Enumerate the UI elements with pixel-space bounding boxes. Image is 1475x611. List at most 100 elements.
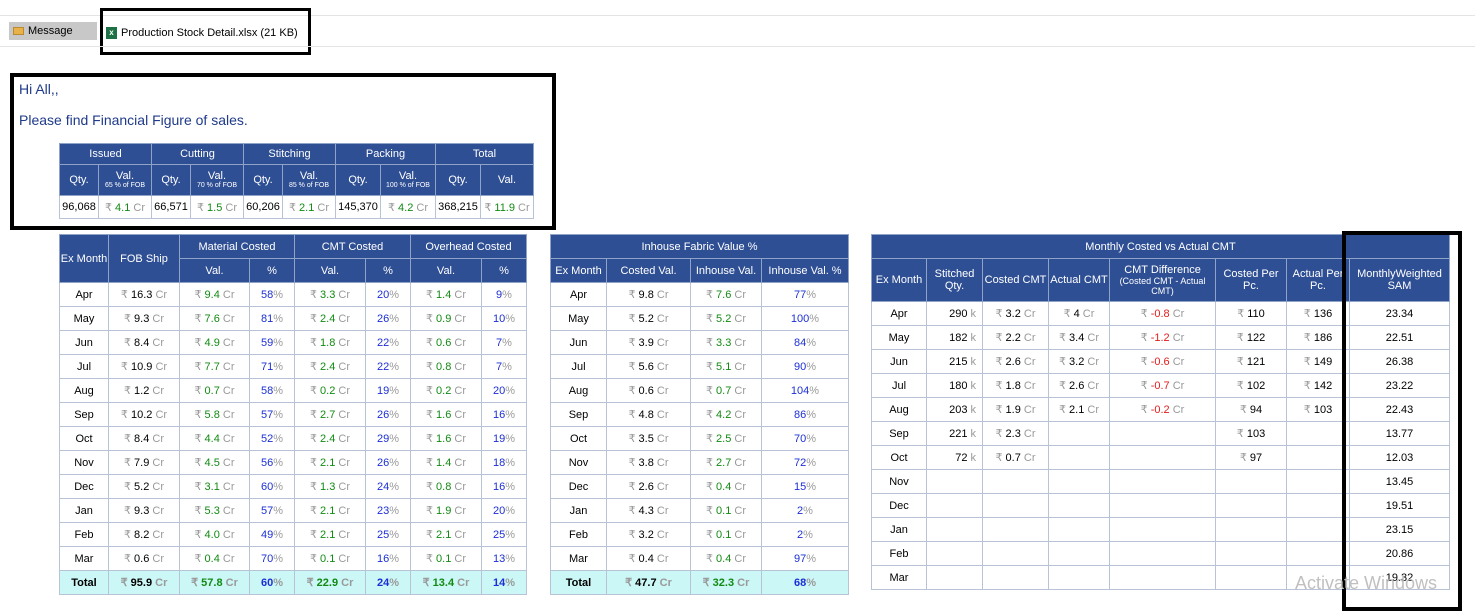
sales-cell: ₹ 7.6 Cr bbox=[179, 306, 250, 331]
sales-cell: 56% bbox=[249, 450, 295, 475]
inhouse-cell: Sep bbox=[550, 402, 607, 427]
cmt-cell: ₹ 3.2 Cr bbox=[1048, 349, 1110, 374]
inhouse-cell: 97% bbox=[761, 546, 849, 571]
sales-cell: ₹ 1.4 Cr bbox=[410, 450, 482, 475]
sales-table: Ex Month FOB Ship Material Costed CMT Coste… bbox=[59, 234, 527, 595]
cmt-cell bbox=[1048, 565, 1110, 590]
sales-cell: ₹ 57.8 Cr bbox=[179, 570, 250, 595]
cost-group-header: CMT Costed bbox=[294, 234, 411, 259]
sales-cell: 49% bbox=[249, 522, 295, 547]
sales-cell: 29% bbox=[365, 426, 411, 451]
sales-cell: Jun bbox=[59, 330, 109, 355]
cmt-cell bbox=[1109, 445, 1216, 470]
cmt-cell: ₹ 2.1 Cr bbox=[1048, 397, 1110, 422]
cmt-cell bbox=[1109, 517, 1216, 542]
inhouse-title: Inhouse Fabric Value % bbox=[550, 234, 849, 259]
inhouse-cell: ₹ 47.7 Cr bbox=[606, 570, 691, 595]
inhouse-col-header: Inhouse Val. bbox=[690, 258, 762, 283]
inhouse-cell: Jul bbox=[550, 354, 607, 379]
sales-cell: ₹ 0.2 Cr bbox=[294, 378, 366, 403]
val-header: Val. bbox=[410, 258, 482, 283]
summary-table: Issued Cutting Stitching Packing Total Qty. Va… bbox=[59, 143, 534, 219]
sales-row: Jun ₹ 8.4 Cr ₹ 4.9 Cr 59% ₹ 1.8 Cr 22% ₹ 0.6 C… bbox=[59, 330, 527, 355]
cmt-cell bbox=[926, 517, 983, 542]
inhouse-cell: ₹ 2.5 Cr bbox=[690, 426, 762, 451]
cmt-cell bbox=[1048, 469, 1110, 494]
cmt-title-row: Monthly Costed vs Actual CMT bbox=[871, 234, 1450, 259]
sales-cell: Apr bbox=[59, 282, 109, 307]
sales-cell: ₹ 4.0 Cr bbox=[179, 522, 250, 547]
sales-cell: 25% bbox=[481, 522, 527, 547]
cmt-cell: ₹ 0.7 Cr bbox=[982, 445, 1049, 470]
sales-cell: ₹ 2.1 Cr bbox=[410, 522, 482, 547]
cmt-cell: Dec bbox=[871, 493, 927, 518]
cmt-cell: ₹ 2.2 Cr bbox=[982, 325, 1049, 350]
inhouse-cell: Apr bbox=[550, 282, 607, 307]
cmt-cell bbox=[1048, 517, 1110, 542]
inhouse-row: Sep ₹ 4.8 Cr ₹ 4.2 Cr 86% bbox=[550, 402, 849, 427]
attachment-name[interactable]: Production Stock Detail.xlsx (21 KB) bbox=[121, 27, 298, 39]
inhouse-cell: Nov bbox=[550, 450, 607, 475]
cmt-cell: ₹ 94 bbox=[1215, 397, 1287, 422]
cmt-cell: Apr bbox=[871, 301, 927, 326]
sales-cell: ₹ 7.9 Cr bbox=[108, 450, 180, 475]
inhouse-header-row: Ex Month Costed Val. Inhouse Val. Inhouse V… bbox=[550, 258, 849, 283]
greeting: Hi All,, bbox=[19, 81, 59, 97]
inhouse-cell: 77% bbox=[761, 282, 849, 307]
cmt-row: Jun 215 k ₹ 2.6 Cr ₹ 3.2 Cr ₹ -0.6 Cr ₹ 121 ₹ … bbox=[871, 349, 1450, 374]
sales-cell: ₹ 9.4 Cr bbox=[179, 282, 250, 307]
summary-value: ₹ 4.2 Cr bbox=[380, 195, 436, 219]
cmt-cell bbox=[1286, 445, 1350, 470]
sales-cell: ₹ 22.9 Cr bbox=[294, 570, 366, 595]
inhouse-cell: ₹ 0.4 Cr bbox=[606, 546, 691, 571]
cmt-row: Dec 19.51 bbox=[871, 493, 1450, 518]
cmt-col-header: CMT Difference (Costed CMT - Actual CMT) bbox=[1109, 258, 1216, 302]
inhouse-cell: ₹ 32.3 Cr bbox=[690, 570, 762, 595]
summary-group-header: Stitching bbox=[243, 143, 336, 165]
sales-cell: ₹ 4.5 Cr bbox=[179, 450, 250, 475]
ex-month-header: Ex Month bbox=[59, 234, 109, 283]
inhouse-cell: Total bbox=[550, 570, 607, 595]
inhouse-cell: Mar bbox=[550, 546, 607, 571]
sales-cell: 58% bbox=[249, 378, 295, 403]
attachment-highlight[interactable]: x Production Stock Detail.xlsx (21 KB) bbox=[100, 8, 311, 55]
summary-value: ₹ 4.1 Cr bbox=[98, 195, 152, 219]
val-header: Val. bbox=[294, 258, 366, 283]
inhouse-row: Feb ₹ 3.2 Cr ₹ 0.1 Cr 2% bbox=[550, 522, 849, 547]
inhouse-cell: ₹ 2.6 Cr bbox=[606, 474, 691, 499]
cmt-cell: ₹ 1.8 Cr bbox=[982, 373, 1049, 398]
sales-cell: Jul bbox=[59, 354, 109, 379]
summary-value: ₹ 11.9 Cr bbox=[480, 195, 534, 219]
sales-cell: ₹ 8.2 Cr bbox=[108, 522, 180, 547]
summary-qty: 60,206 bbox=[243, 195, 283, 219]
sales-cell: ₹ 0.2 Cr bbox=[410, 378, 482, 403]
sales-cell: 70% bbox=[249, 546, 295, 571]
sales-cell: Nov bbox=[59, 450, 109, 475]
sales-cell: ₹ 95.9 Cr bbox=[108, 570, 180, 595]
sales-row: Sep ₹ 10.2 Cr ₹ 5.8 Cr 57% ₹ 2.7 Cr 26% ₹ 1.6 … bbox=[59, 402, 527, 427]
inhouse-cell: ₹ 3.3 Cr bbox=[690, 330, 762, 355]
sales-cell: ₹ 5.3 Cr bbox=[179, 498, 250, 523]
inhouse-row: Aug ₹ 0.6 Cr ₹ 0.7 Cr 104% bbox=[550, 378, 849, 403]
cmt-cell bbox=[982, 469, 1049, 494]
summary-group-header: Total bbox=[435, 143, 534, 165]
sales-cell: ₹ 2.4 Cr bbox=[294, 306, 366, 331]
sales-cell: 60% bbox=[249, 570, 295, 595]
inhouse-cell: ₹ 0.4 Cr bbox=[690, 474, 762, 499]
message-tab[interactable]: Message bbox=[9, 22, 97, 40]
cmt-cell bbox=[982, 565, 1049, 590]
sales-cell: ₹ 1.6 Cr bbox=[410, 402, 482, 427]
cmt-cell: ₹ 142 bbox=[1286, 373, 1350, 398]
sales-row: May ₹ 9.3 Cr ₹ 7.6 Cr 81% ₹ 2.4 Cr 26% ₹ 0.9 C… bbox=[59, 306, 527, 331]
cmt-cell: 20.86 bbox=[1349, 541, 1450, 566]
inhouse-cell: ₹ 2.7 Cr bbox=[690, 450, 762, 475]
cmt-col-header: Costed Per Pc. bbox=[1215, 258, 1287, 302]
sales-cell: 20% bbox=[481, 378, 527, 403]
sales-cell: 26% bbox=[365, 450, 411, 475]
cmt-cell: ₹ 110 bbox=[1215, 301, 1287, 326]
inhouse-row: Nov ₹ 3.8 Cr ₹ 2.7 Cr 72% bbox=[550, 450, 849, 475]
sales-cell: ₹ 1.3 Cr bbox=[294, 474, 366, 499]
sales-cell: ₹ 3.3 Cr bbox=[294, 282, 366, 307]
inhouse-row: Dec ₹ 2.6 Cr ₹ 0.4 Cr 15% bbox=[550, 474, 849, 499]
cmt-cell: ₹ 122 bbox=[1215, 325, 1287, 350]
